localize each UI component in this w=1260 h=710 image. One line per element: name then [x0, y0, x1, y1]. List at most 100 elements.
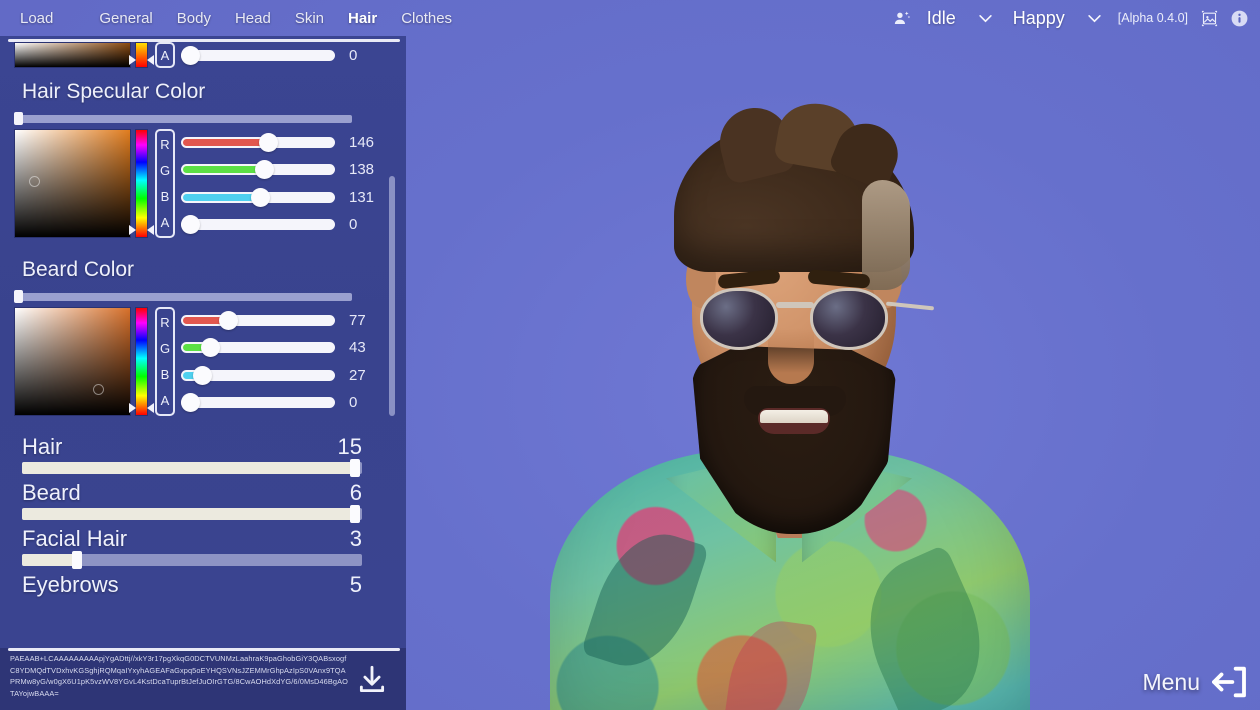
person-sparkle-icon[interactable] [887, 4, 917, 32]
blue-slider-thumb[interactable] [193, 365, 212, 385]
sunglasses-lens-right [810, 288, 888, 350]
beard-color-intensity-slider[interactable] [14, 290, 352, 303]
tab-general[interactable]: General [87, 6, 164, 31]
channel-row-g[interactable]: 138 [181, 158, 393, 182]
hue-strip[interactable] [129, 129, 154, 238]
alpha-slider-thumb[interactable] [181, 392, 200, 412]
blue-slider-thumb[interactable] [251, 187, 270, 207]
slider-thumb[interactable] [14, 290, 23, 303]
channel-bracket: R G B A [155, 129, 175, 238]
download-icon[interactable] [350, 658, 394, 702]
tab-head[interactable]: Head [223, 6, 283, 31]
saturation-value-square[interactable] [14, 307, 131, 416]
hair-side-highlight [862, 180, 910, 290]
panel-scrollbar[interactable] [389, 176, 395, 416]
tab-label: General [99, 9, 153, 27]
slider-header: Hair 15 [22, 434, 362, 460]
channel-row-a[interactable]: 0 [181, 43, 393, 67]
slider-track[interactable] [22, 505, 362, 523]
hair-specular-intensity-slider[interactable] [14, 112, 352, 125]
tab-label: Head [234, 9, 271, 27]
tab-skin[interactable]: Skin [283, 6, 336, 31]
channel-label-b: B [160, 189, 170, 205]
section-title: Beard Color [22, 258, 135, 281]
green-slider-track[interactable] [181, 338, 335, 358]
animation-value: Idle [926, 7, 956, 28]
blue-slider-track[interactable] [181, 365, 335, 385]
alpha-slider-thumb[interactable] [181, 45, 200, 65]
beard-color-picker[interactable]: R G B A 77 43 27 0 [0, 307, 406, 416]
sv-cursor[interactable] [29, 176, 40, 187]
channel-row-g[interactable]: 43 [181, 336, 393, 360]
section-hair-specular-color: Hair Specular Color R G B A 146 138 131 … [0, 74, 406, 238]
channel-row-b[interactable]: 131 [181, 185, 393, 209]
slider-thumb[interactable] [72, 551, 82, 569]
photo-frame-icon[interactable] [1194, 4, 1224, 32]
version-label: [Alpha 0.4.0] [1117, 11, 1188, 25]
alpha-slider-track[interactable] [181, 214, 335, 234]
color-picker-partial[interactable]: A 0 [0, 42, 406, 68]
channel-bracket: R G B A [155, 307, 175, 416]
sv-cursor[interactable] [93, 384, 104, 395]
tab-body[interactable]: Body [165, 6, 223, 31]
menu-button[interactable]: Menu [1142, 662, 1250, 702]
slider-thumb[interactable] [350, 459, 360, 477]
channel-row-r[interactable]: 146 [181, 131, 393, 155]
hair-settings-panel[interactable]: A 0 Hair Specular Color R G B A 146 138 … [0, 36, 406, 648]
slider-fill [22, 508, 352, 520]
slider-eyebrows[interactable]: Eyebrows 5 [0, 572, 406, 598]
slider-value: 6 [349, 480, 362, 505]
slider-thumb[interactable] [14, 112, 23, 125]
slider-thumb[interactable] [350, 505, 360, 523]
info-circle-icon[interactable] [1224, 4, 1254, 32]
tab-label: Load [20, 9, 54, 27]
hue-marker-right [147, 403, 154, 413]
red-slider-thumb[interactable] [259, 133, 278, 153]
saturation-value-square[interactable] [14, 42, 131, 68]
character-mouth [758, 408, 830, 434]
red-slider-track[interactable] [181, 133, 335, 153]
slider-beard[interactable]: Beard 6 [0, 480, 406, 523]
alpha-value: 0 [349, 393, 358, 411]
animation-dropdown[interactable]: Idle [917, 8, 1003, 29]
channel-sliders: 146 138 131 0 [181, 129, 393, 238]
section-hair-color-partial: A 0 [0, 36, 406, 68]
slider-fill [22, 462, 352, 474]
channel-row-b[interactable]: 27 [181, 363, 393, 387]
slider-track[interactable] [22, 551, 362, 569]
hue-strip[interactable] [129, 42, 154, 68]
blue-slider-track[interactable] [181, 187, 335, 207]
panel-divider-bottom [8, 648, 400, 651]
slider-track[interactable] [22, 459, 362, 477]
red-slider-thumb[interactable] [219, 311, 238, 331]
green-slider-thumb[interactable] [255, 160, 274, 180]
red-slider-track[interactable] [181, 311, 335, 331]
green-slider-track[interactable] [181, 160, 335, 180]
section-title: Hair Specular Color [22, 80, 206, 103]
expression-dropdown[interactable]: Happy [1003, 8, 1112, 29]
hue-strip[interactable] [129, 307, 154, 416]
hair-specular-color-picker[interactable]: R G B A 146 138 131 0 [0, 129, 406, 238]
tab-label: Hair [348, 9, 378, 27]
channel-row-a[interactable]: 0 [181, 390, 393, 414]
channel-row-r[interactable]: 77 [181, 309, 393, 333]
alpha-slider-track[interactable] [181, 392, 335, 412]
saturation-value-square[interactable] [14, 129, 131, 238]
slider-header: Facial Hair 3 [22, 526, 362, 552]
tab-hair[interactable]: Hair [336, 6, 389, 31]
alpha-slider-track[interactable] [181, 45, 335, 65]
channel-row-a[interactable]: 0 [181, 212, 393, 236]
red-value: 77 [349, 312, 366, 330]
character-model[interactable] [540, 60, 1100, 710]
red-slider-fill [183, 139, 267, 147]
slider-label: Facial Hair [22, 526, 128, 551]
character-code-text[interactable]: PAEAAB+LCAAAAAAAAApjYgADttj//xkY3r17pgXk… [10, 653, 348, 699]
tab-load[interactable]: Load [8, 6, 87, 31]
tab-clothes[interactable]: Clothes [389, 6, 464, 31]
red-value: 146 [349, 134, 375, 152]
slider-facial-hair[interactable]: Facial Hair 3 [0, 526, 406, 569]
slider-hair[interactable]: Hair 15 [0, 434, 406, 477]
green-slider-thumb[interactable] [201, 338, 220, 358]
alpha-slider-thumb[interactable] [181, 214, 200, 234]
expression-value: Happy [1012, 7, 1065, 28]
